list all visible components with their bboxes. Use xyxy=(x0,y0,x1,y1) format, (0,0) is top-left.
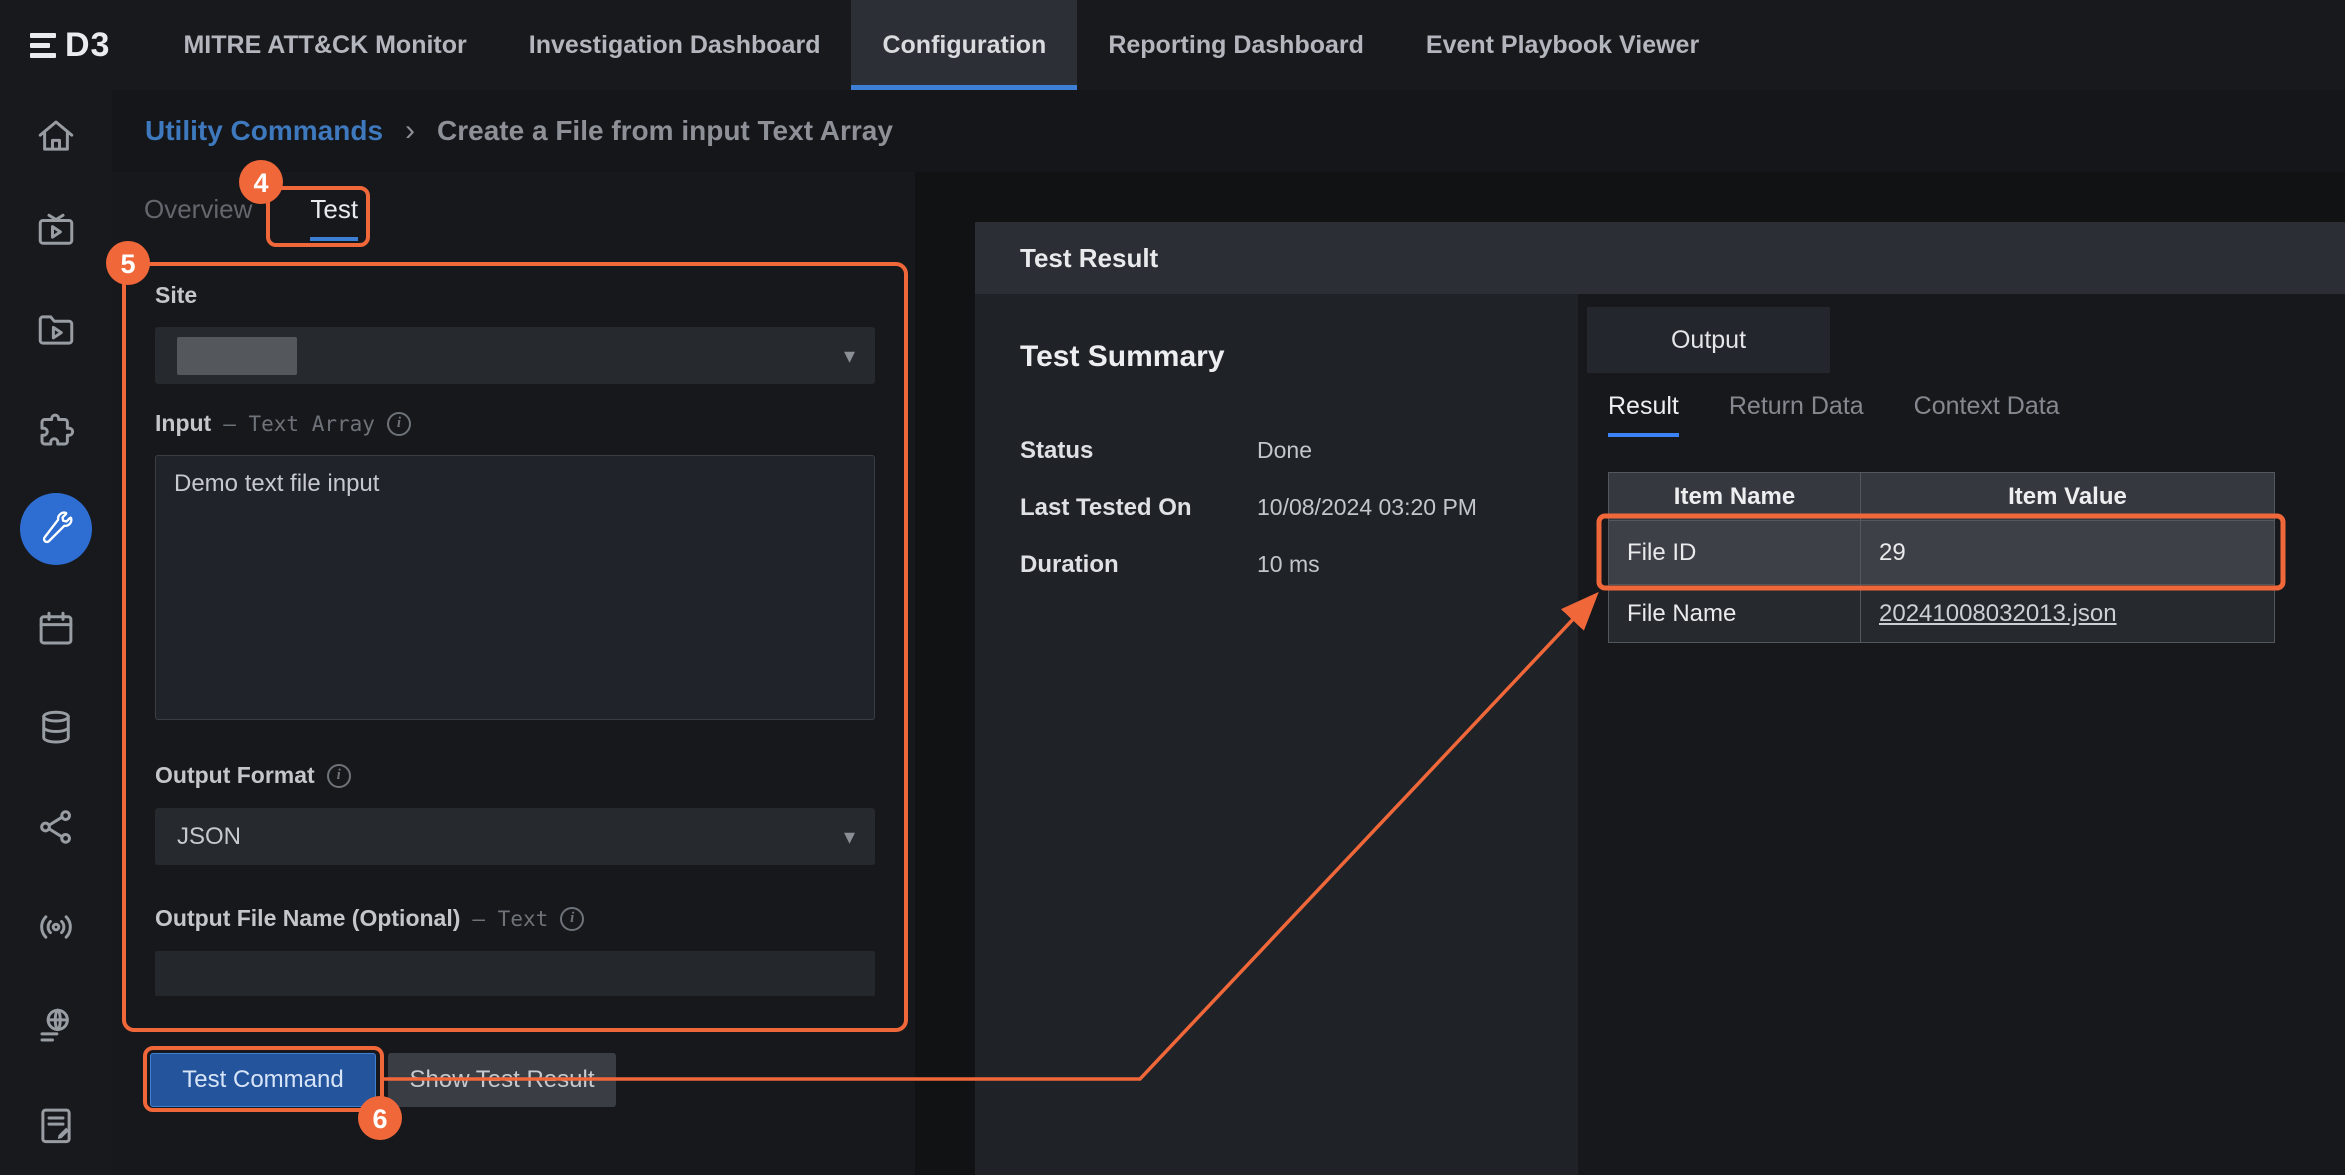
input-textarea[interactable]: Demo text file input xyxy=(155,455,875,720)
show-test-result-button[interactable]: Show Test Result xyxy=(388,1053,616,1107)
output-file-name-type-hint: – Text xyxy=(472,907,548,931)
top-navigation: D3 MITRE ATT&CK Monitor Investigation Da… xyxy=(0,0,2345,90)
result-tabs: Result Return Data Context Data xyxy=(1608,392,2060,437)
summary-row-duration: Duration 10 ms xyxy=(1020,536,1477,593)
file-name-value-cell: 20241008032013.json xyxy=(1861,585,2275,643)
file-id-name-cell: File ID xyxy=(1609,521,1861,585)
site-dropdown[interactable] xyxy=(155,327,875,384)
d3-logo[interactable]: D3 xyxy=(0,0,138,90)
sidebar-report-edit-icon[interactable] xyxy=(0,1076,112,1175)
test-command-button[interactable]: Test Command xyxy=(150,1053,376,1107)
icon-sidebar xyxy=(0,90,112,1175)
file-name-name-cell: File Name xyxy=(1609,585,1861,643)
input-type-hint: – Text Array xyxy=(223,412,375,436)
output-format-dropdown[interactable]: JSON xyxy=(155,808,875,865)
file-id-value-cell: 29 xyxy=(1861,521,2275,585)
app-root: D3 MITRE ATT&CK Monitor Investigation Da… xyxy=(0,0,2345,1175)
tab-result[interactable]: Result xyxy=(1608,392,1679,437)
tab-test[interactable]: Test xyxy=(310,194,358,241)
nav-item-event-playbook-viewer[interactable]: Event Playbook Viewer xyxy=(1395,0,1730,90)
test-summary-fields: Status Done Last Tested On 10/08/2024 03… xyxy=(1020,422,1477,593)
sidebar-active-indicator xyxy=(20,493,92,565)
sidebar-event-monitor-icon[interactable] xyxy=(0,181,112,280)
test-result-header: Test Result xyxy=(975,222,2345,294)
breadcrumb-utility-commands-link[interactable]: Utility Commands xyxy=(145,115,383,147)
output-format-selected-value: JSON xyxy=(177,823,241,851)
info-icon[interactable] xyxy=(560,907,584,931)
breadcrumb: Utility Commands › Create a File from in… xyxy=(112,90,2345,172)
status-value: Done xyxy=(1257,437,1312,464)
tab-output[interactable]: Output xyxy=(1587,307,1830,373)
test-result-title: Test Result xyxy=(1020,243,1158,274)
table-row-file-name: File Name 20241008032013.json xyxy=(1609,585,2275,643)
test-summary-title: Test Summary xyxy=(1020,340,1225,374)
nav-item-reporting-dashboard[interactable]: Reporting Dashboard xyxy=(1077,0,1395,90)
tab-context-data[interactable]: Context Data xyxy=(1914,392,2060,437)
input-label: Input – Text Array xyxy=(155,410,411,437)
nav-items: MITRE ATT&CK Monitor Investigation Dashb… xyxy=(152,0,1730,90)
tab-overview[interactable]: Overview xyxy=(144,194,252,241)
sidebar-integrations-puzzle-icon[interactable] xyxy=(0,380,112,479)
output-file-name-label: Output File Name (Optional) – Text xyxy=(155,905,584,932)
summary-row-last-tested: Last Tested On 10/08/2024 03:20 PM xyxy=(1020,479,1477,536)
breadcrumb-current-page: Create a File from input Text Array xyxy=(437,115,893,147)
sidebar-connections-icon[interactable] xyxy=(0,778,112,877)
col-item-value: Item Value xyxy=(1861,473,2275,521)
site-label: Site xyxy=(155,282,197,309)
col-item-name: Item Name xyxy=(1609,473,1861,521)
info-icon[interactable] xyxy=(387,412,411,436)
sidebar-playbook-folder-icon[interactable] xyxy=(0,281,112,380)
site-selected-value-redacted xyxy=(177,337,297,375)
chevron-down-icon xyxy=(844,824,855,850)
output-section: Output Result Return Data Context Data I… xyxy=(1578,294,2345,1175)
table-row-file-id: File ID 29 xyxy=(1609,521,2275,585)
output-format-label: Output Format xyxy=(155,762,351,789)
sidebar-database-icon[interactable] xyxy=(0,678,112,777)
command-panel-tabs: Overview Test xyxy=(144,194,358,241)
d3-logo-text: D3 xyxy=(65,26,110,65)
nav-item-configuration[interactable]: Configuration xyxy=(851,0,1077,90)
info-icon[interactable] xyxy=(327,764,351,788)
result-table: Item Name Item Value File ID 29 File Nam… xyxy=(1608,472,2275,643)
last-tested-value: 10/08/2024 03:20 PM xyxy=(1257,494,1477,521)
file-name-link[interactable]: 20241008032013.json xyxy=(1879,600,2117,627)
nav-item-mitre-monitor[interactable]: MITRE ATT&CK Monitor xyxy=(152,0,497,90)
result-table-header-row: Item Name Item Value xyxy=(1609,473,2275,521)
output-file-name-input[interactable] xyxy=(155,951,875,996)
sidebar-calendar-icon[interactable] xyxy=(0,579,112,678)
test-result-panel: Test Result Test Summary Status Done Las… xyxy=(975,222,2345,1175)
sidebar-global-user-icon[interactable] xyxy=(0,976,112,1075)
chevron-down-icon xyxy=(844,343,855,369)
tab-return-data[interactable]: Return Data xyxy=(1729,392,1864,437)
sidebar-broadcast-icon[interactable] xyxy=(0,877,112,976)
nav-item-investigation-dashboard[interactable]: Investigation Dashboard xyxy=(498,0,852,90)
summary-row-status: Status Done xyxy=(1020,422,1477,479)
breadcrumb-chevron-icon: › xyxy=(405,114,415,148)
sidebar-home-icon[interactable] xyxy=(0,90,112,181)
duration-value: 10 ms xyxy=(1257,551,1320,578)
sidebar-utility-tools-icon[interactable] xyxy=(0,479,112,578)
command-panel: Overview Test Site Input – Text Array De… xyxy=(112,172,915,1175)
d3-logo-bars-icon xyxy=(30,33,56,58)
